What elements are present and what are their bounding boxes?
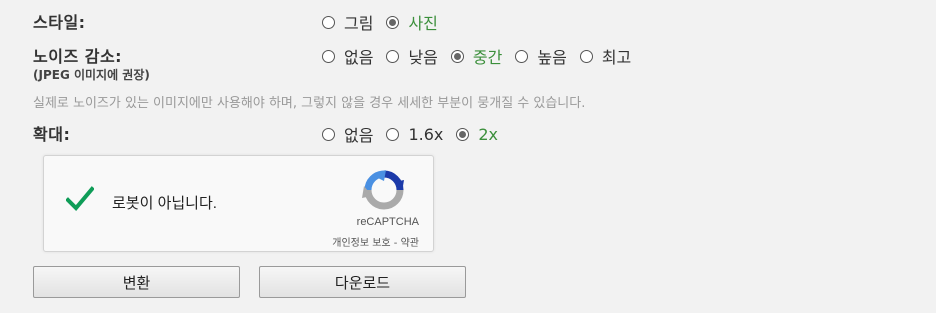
noise-option-medium[interactable]: 중간 [450,44,503,68]
noise-option-medium-label: 중간 [472,48,503,67]
style-option-illustration-label: 그림 [344,14,374,33]
radio-scale-2x[interactable] [456,127,470,141]
noise-option-none-label: 없음 [344,48,374,67]
recaptcha-logo-icon [362,168,406,212]
radio-noise-medium[interactable] [450,49,464,63]
radio-scale-none[interactable] [322,127,335,141]
style-option-photo-label: 사진 [408,14,438,33]
style-options: 그림 사진 [322,10,451,34]
noise-option-high-label: 높음 [537,48,567,67]
scale-option-2x[interactable]: 2x [456,125,498,144]
radio-noise-none[interactable] [322,49,335,63]
noise-option-highest[interactable]: 최고 [579,44,632,68]
recaptcha-checkmark-icon[interactable] [65,186,95,216]
noise-options: 없음 낮음 중간 높음 최고 [322,44,644,68]
noise-option-highest-label: 최고 [601,48,632,67]
noise-option-none[interactable]: 없음 [322,44,373,68]
recaptcha-widget: 로봇이 아닙니다. reCAPTCHA 개인정보 보호 - 약관 [43,155,434,252]
radio-noise-low[interactable] [386,49,400,63]
scale-option-1-6x-label: 1.6x [408,124,444,144]
scale-option-none-label: 없음 [344,126,374,145]
radio-photo[interactable] [386,15,400,29]
noise-option-low[interactable]: 낮음 [386,44,438,68]
style-option-photo[interactable]: 사진 [386,10,438,34]
radio-illustration[interactable] [322,15,335,29]
recaptcha-privacy-terms-link[interactable]: 개인정보 보호 - 약관 [332,234,419,249]
recaptcha-brand: reCAPTCHA [356,216,419,228]
scale-label: 확대: [33,125,71,144]
noise-label: 노이즈 감소: [33,47,123,66]
download-button[interactable]: 다운로드 [259,266,466,298]
recaptcha-label: 로봇이 아닙니다. [112,195,217,212]
scale-option-none[interactable]: 없음 [322,122,373,146]
scale-option-2x-label: 2x [478,124,499,144]
noise-option-high[interactable]: 높음 [515,44,567,68]
scale-option-1-6x[interactable]: 1.6x [386,125,443,144]
radio-scale-1-6x[interactable] [386,127,400,141]
noise-option-low-label: 낮음 [408,48,438,67]
style-option-illustration[interactable]: 그림 [322,10,373,34]
radio-noise-highest[interactable] [579,49,593,63]
radio-noise-high[interactable] [515,49,529,63]
noise-warning-note: 실제로 노이즈가 있는 이미지에만 사용해야 하며, 그렇지 않을 경우 세세한… [33,96,586,111]
style-label: 스타일: [33,13,86,32]
convert-button[interactable]: 변환 [33,266,240,298]
scale-options: 없음 1.6x 2x [322,122,511,146]
noise-sublabel: (JPEG 이미지에 권장) [33,68,150,82]
